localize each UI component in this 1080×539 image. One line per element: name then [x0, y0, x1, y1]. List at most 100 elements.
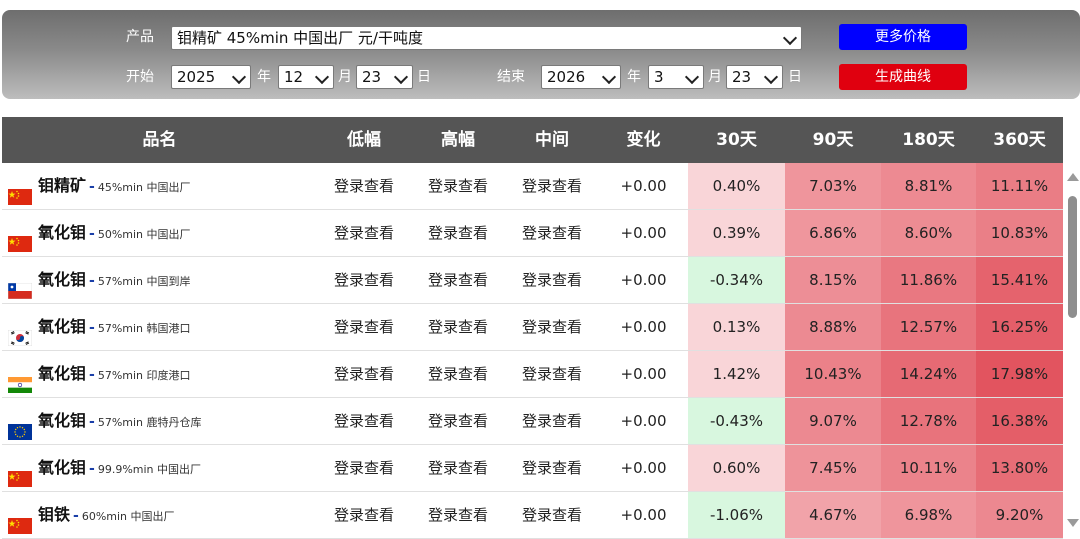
product-name[interactable]: 氧化钼 — [38, 458, 86, 477]
mid-price-cell[interactable]: 登录查看 — [505, 351, 599, 398]
chevron-down-icon — [763, 69, 779, 85]
change-180d-cell: 11.86% — [881, 257, 976, 303]
china-flag-icon — [8, 177, 32, 205]
header-360d[interactable]: 360天 — [976, 117, 1063, 163]
table-row[interactable]: 氧化钼 -99.9%min 中国出厂 登录查看 登录查看 登录查看 +0.00 0.60% 7… — [2, 445, 1063, 492]
low-price-cell[interactable]: 登录查看 — [317, 398, 411, 445]
low-price-cell[interactable]: 登录查看 — [317, 163, 411, 210]
china-flag-icon — [8, 459, 32, 487]
product-name-cell[interactable]: 氧化钼 -50%min 中国出厂 — [8, 210, 191, 257]
end-day-unit: 日 — [788, 69, 802, 85]
table-row[interactable]: 氧化钼 -57%min 中国到岸 登录查看 登录查看 登录查看 +0.00 -0.34% 8.… — [2, 257, 1063, 304]
high-price-cell[interactable]: 登录查看 — [411, 163, 505, 210]
change-360d-cell: 9.20% — [976, 492, 1063, 538]
mid-price-cell[interactable]: 登录查看 — [505, 304, 599, 351]
mid-price-cell[interactable]: 登录查看 — [505, 163, 599, 210]
product-select-value: 钼精矿 45%min 中国出厂 元/干吨度 — [177, 29, 423, 47]
product-select[interactable]: 钼精矿 45%min 中国出厂 元/干吨度 — [171, 26, 802, 50]
change-360d-cell: 13.80% — [976, 445, 1063, 491]
chevron-down-icon — [684, 69, 700, 85]
mid-price-cell[interactable]: 登录查看 — [505, 492, 599, 539]
mid-price-cell[interactable]: 登录查看 — [505, 398, 599, 445]
change-90d-cell: 4.67% — [785, 492, 881, 538]
chevron-down-icon — [314, 69, 330, 85]
header-change[interactable]: 变化 — [599, 117, 688, 163]
low-price-cell[interactable]: 登录查看 — [317, 210, 411, 257]
product-name[interactable]: 氧化钼 — [38, 317, 86, 336]
table-row[interactable]: 钼铁 -60%min 中国出厂 登录查看 登录查看 登录查看 +0.00 -1.06% 4.6… — [2, 492, 1063, 539]
header-180d[interactable]: 180天 — [881, 117, 976, 163]
eu-flag-icon — [8, 412, 32, 440]
product-name[interactable]: 氧化钼 — [38, 223, 86, 242]
product-name[interactable]: 钼精矿 — [38, 176, 86, 195]
table-row[interactable]: 钼精矿 -45%min 中国出厂 登录查看 登录查看 登录查看 +0.00 0.40% 7.0… — [2, 163, 1063, 210]
header-high[interactable]: 高幅 — [411, 117, 505, 163]
product-name[interactable]: 氧化钼 — [38, 364, 86, 383]
end-month-select[interactable]: 3 — [648, 65, 704, 89]
product-name-cell[interactable]: 钼铁 -60%min 中国出厂 — [8, 492, 175, 539]
high-price-cell[interactable]: 登录查看 — [411, 210, 505, 257]
low-price-cell[interactable]: 登录查看 — [317, 351, 411, 398]
change-360d-cell: 15.41% — [976, 257, 1063, 303]
change-30d-cell: 1.42% — [688, 351, 785, 397]
header-90d[interactable]: 90天 — [785, 117, 881, 163]
change-180d-cell: 12.57% — [881, 304, 976, 350]
end-year-select[interactable]: 2026 — [541, 65, 621, 89]
vertical-scrollbar[interactable] — [1064, 163, 1080, 539]
product-name-cell[interactable]: 氧化钼 -57%min 鹿特丹仓库 — [8, 398, 202, 445]
product-name-cell[interactable]: 氧化钼 -99.9%min 中国出厂 — [8, 445, 201, 492]
product-name[interactable]: 氧化钼 — [38, 270, 86, 289]
header-mid[interactable]: 中间 — [505, 117, 599, 163]
china-flag-icon — [8, 224, 32, 252]
product-name[interactable]: 氧化钼 — [38, 411, 86, 430]
high-price-cell[interactable]: 登录查看 — [411, 445, 505, 492]
mid-price-cell[interactable]: 登录查看 — [505, 210, 599, 257]
product-name-cell[interactable]: 氧化钼 -57%min 韩国港口 — [7, 304, 191, 351]
high-price-cell[interactable]: 登录查看 — [411, 304, 505, 351]
scroll-up-arrow-icon[interactable] — [1067, 173, 1079, 181]
low-price-cell[interactable]: 登录查看 — [317, 257, 411, 304]
korea-flag-icon — [7, 318, 33, 346]
high-price-cell[interactable]: 登录查看 — [411, 351, 505, 398]
table-row[interactable]: 氧化钼 -57%min 韩国港口 登录查看 登录查看 登录查看 +0.00 0.13% 8.8… — [2, 304, 1063, 351]
scrollbar-thumb[interactable] — [1068, 196, 1077, 318]
product-name-cell[interactable]: 氧化钼 -57%min 印度港口 — [8, 351, 191, 398]
mid-price-cell[interactable]: 登录查看 — [505, 257, 599, 304]
start-day-select[interactable]: 23 — [356, 65, 413, 89]
start-year-select[interactable]: 2025 — [171, 65, 251, 89]
header-name[interactable]: 品名 — [2, 117, 317, 163]
table-row[interactable]: 氧化钼 -50%min 中国出厂 登录查看 登录查看 登录查看 +0.00 0.39% 6.8… — [2, 210, 1063, 257]
chevron-down-icon — [393, 69, 409, 85]
generate-curve-button[interactable]: 生成曲线 — [839, 64, 967, 90]
product-name-cell[interactable]: 氧化钼 -57%min 中国到岸 — [7, 257, 191, 304]
product-name[interactable]: 钼铁 — [38, 505, 70, 524]
table-row[interactable]: 氧化钼 -57%min 印度港口 登录查看 登录查看 登录查看 +0.00 1.42% 10.… — [2, 351, 1063, 398]
change-90d-cell: 6.86% — [785, 210, 881, 256]
change-90d-cell: 9.07% — [785, 398, 881, 444]
header-30d[interactable]: 30天 — [688, 117, 785, 163]
mid-price-cell[interactable]: 登录查看 — [505, 445, 599, 492]
table-row[interactable]: 氧化钼 -57%min 鹿特丹仓库 登录查看 登录查看 登录查看 +0.00 -0.43% 9… — [2, 398, 1063, 445]
header-low[interactable]: 低幅 — [317, 117, 411, 163]
change-30d-cell: -0.43% — [688, 398, 785, 444]
product-spec: 99.9%min 中国出厂 — [97, 463, 202, 476]
high-price-cell[interactable]: 登录查看 — [411, 398, 505, 445]
end-day-select[interactable]: 23 — [726, 65, 783, 89]
high-price-cell[interactable]: 登录查看 — [411, 492, 505, 539]
chevron-down-icon — [601, 69, 617, 85]
separator-dash: - — [89, 226, 95, 242]
low-price-cell[interactable]: 登录查看 — [317, 492, 411, 539]
more-prices-button[interactable]: 更多价格 — [839, 24, 967, 50]
change-180d-cell: 8.60% — [881, 210, 976, 256]
separator-dash: - — [89, 367, 95, 383]
start-month-select[interactable]: 12 — [278, 65, 334, 89]
product-name-cell[interactable]: 钼精矿 -45%min 中国出厂 — [8, 163, 191, 210]
scroll-down-arrow-icon[interactable] — [1067, 519, 1079, 527]
high-price-cell[interactable]: 登录查看 — [411, 257, 505, 304]
low-price-cell[interactable]: 登录查看 — [317, 304, 411, 351]
separator-dash: - — [89, 179, 95, 195]
low-price-cell[interactable]: 登录查看 — [317, 445, 411, 492]
change-180d-cell: 6.98% — [881, 492, 976, 538]
change-180d-cell: 14.24% — [881, 351, 976, 397]
product-spec: 57%min 中国到岸 — [97, 275, 191, 288]
